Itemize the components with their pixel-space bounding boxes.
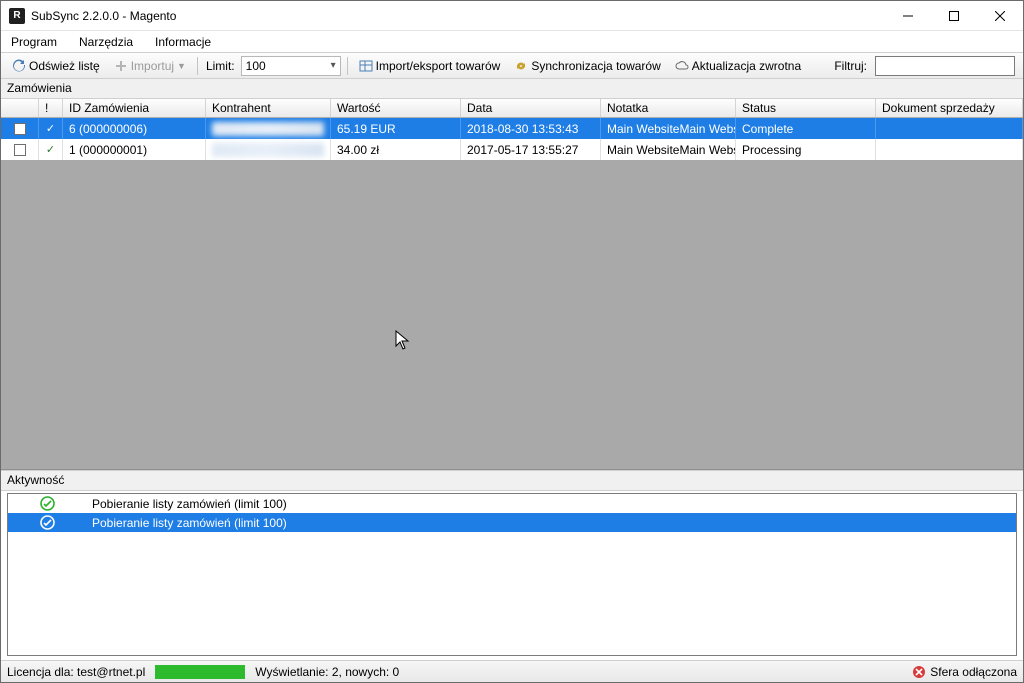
cell-contractor [206,139,331,160]
table-row[interactable]: ✓ 6 (000000006) 65.19 EUR 2018-08-30 13:… [1,118,1023,139]
activity-text: Pobieranie listy zamówień (limit 100) [86,497,1016,511]
import-export-label: Import/eksport towarów [376,59,501,73]
filter-input[interactable] [875,56,1015,76]
col-note[interactable]: Notatka [601,99,736,117]
window-title: SubSync 2.2.0.0 - Magento [31,9,176,23]
cloud-icon [675,59,689,73]
import-button[interactable]: Importuj ▼ [109,57,191,75]
success-icon [40,515,55,530]
separator [347,57,348,75]
cell-value: 34.00 zł [331,139,461,160]
refresh-label: Odśwież listę [29,59,100,73]
col-date[interactable]: Data [461,99,601,117]
col-value[interactable]: Wartość [331,99,461,117]
cell-value: 65.19 EUR [331,118,461,139]
cell-date: 2017-05-17 13:55:27 [461,139,601,160]
import-label: Importuj [131,59,174,73]
activity-list[interactable]: Pobieranie listy zamówień (limit 100) Po… [7,493,1017,656]
cell-date: 2018-08-30 13:53:43 [461,118,601,139]
col-contractor[interactable]: Kontrahent [206,99,331,117]
cell-note: Main WebsiteMain Websit... [601,118,736,139]
activity-text: Pobieranie listy zamówień (limit 100) [86,516,1016,530]
refresh-button[interactable]: Odśwież listę [7,57,105,75]
menubar: Program Narzędzia Informacje [1,31,1023,53]
status-sphere: Sfera odłączona [912,665,1017,679]
maximize-button[interactable] [931,1,977,31]
cell-status: Complete [736,118,876,139]
menu-program[interactable]: Program [7,33,61,51]
status-sphere-text: Sfera odłączona [930,665,1017,679]
cell-id: 1 (000000001) [63,139,206,160]
sync-button[interactable]: Synchronizacja towarów [509,57,665,75]
limit-select[interactable]: 100 [241,56,341,76]
limit-value: 100 [246,59,266,73]
col-tick[interactable]: ! [39,99,63,117]
col-id[interactable]: ID Zamówienia [63,99,206,117]
col-doc[interactable]: Dokument sprzedaży [876,99,1023,117]
cell-status: Processing [736,139,876,160]
titlebar: R SubSync 2.2.0.0 - Magento [1,1,1023,31]
update-label: Aktualizacja zwrotna [692,59,801,73]
orders-grid[interactable]: ! ID Zamówienia Kontrahent Wartość Data … [1,99,1023,470]
refresh-icon [12,59,26,73]
filter-label: Filtruj: [834,59,867,73]
separator [197,57,198,75]
cell-doc [876,139,1023,160]
success-icon [40,496,55,511]
check-icon: ✓ [46,122,55,135]
status-license: Licencja dla: test@rtnet.pl [7,665,145,679]
cell-contractor [206,118,331,139]
col-checkbox[interactable] [1,99,39,117]
status-display: Wyświetlanie: 2, nowych: 0 [255,665,399,679]
limit-label: Limit: [204,59,237,73]
progressbar [155,665,245,679]
update-button[interactable]: Aktualizacja zwrotna [670,57,806,75]
dropdown-icon: ▼ [177,61,186,71]
menu-informacje[interactable]: Informacje [151,33,215,51]
orders-grid-header: ! ID Zamówienia Kontrahent Wartość Data … [1,99,1023,118]
activity-section-label: Aktywność [1,471,1023,491]
cell-id: 6 (000000006) [63,118,206,139]
list-item[interactable]: Pobieranie listy zamówień (limit 100) [8,494,1016,513]
grid-icon [359,59,373,73]
row-checkbox[interactable] [14,123,26,135]
toolbar: Odśwież listę Importuj ▼ Limit: 100 Impo… [1,53,1023,79]
col-status[interactable]: Status [736,99,876,117]
app-icon: R [9,8,25,24]
cell-note: Main WebsiteMain Websit... [601,139,736,160]
menu-narzedzia[interactable]: Narzędzia [75,33,137,51]
check-icon: ✓ [46,143,55,156]
minimize-button[interactable] [885,1,931,31]
cell-doc [876,118,1023,139]
plus-icon [114,59,128,73]
orders-section-label: Zamówienia [1,79,1023,99]
sync-icon [514,59,528,73]
list-item[interactable]: Pobieranie listy zamówień (limit 100) [8,513,1016,532]
close-button[interactable] [977,1,1023,31]
sync-label: Synchronizacja towarów [531,59,660,73]
import-export-button[interactable]: Import/eksport towarów [354,57,506,75]
statusbar: Licencja dla: test@rtnet.pl Wyświetlanie… [1,660,1023,682]
table-row[interactable]: ✓ 1 (000000001) 34.00 zł 2017-05-17 13:5… [1,139,1023,160]
error-icon [912,665,926,679]
row-checkbox[interactable] [14,144,26,156]
